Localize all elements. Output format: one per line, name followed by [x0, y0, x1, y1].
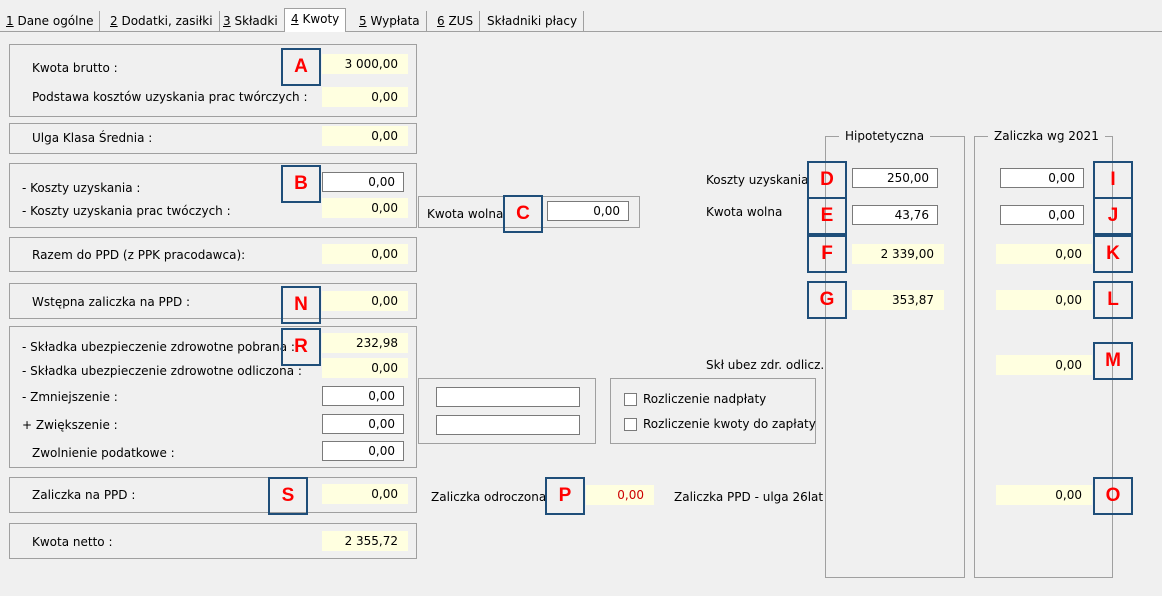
- koszty-input[interactable]: 0,00: [322, 172, 404, 192]
- zaliczka-odroczona-label: Zaliczka odroczona: [431, 490, 547, 504]
- tab-key: 4: [291, 12, 299, 26]
- tab-label: Składki: [230, 14, 278, 28]
- ulga-value: 0,00: [322, 126, 408, 146]
- tab-label: Dodatki, zasiłki: [117, 14, 213, 28]
- kwota-wolna-input[interactable]: 0,00: [547, 201, 629, 221]
- z21-skl-value: 0,00: [996, 355, 1092, 375]
- skladka-pobrana-value: 232,98: [322, 333, 408, 353]
- razem-label: Razem do PPD (z PPK pracodawca):: [32, 248, 246, 262]
- rozliczenie-kwoty-checkbox[interactable]: [624, 418, 637, 431]
- hip-koszty-input[interactable]: 250,00: [852, 168, 938, 188]
- marker-m: M: [1093, 342, 1133, 380]
- tab-label: Kwoty: [298, 12, 340, 26]
- tab-key: 3: [223, 14, 231, 28]
- marker-o: O: [1093, 477, 1133, 515]
- hip-kwota-wolna-input[interactable]: 43,76: [852, 205, 938, 225]
- zaliczka-value: 0,00: [322, 484, 408, 504]
- razem-value: 0,00: [322, 244, 408, 264]
- ulga-26-label: Zaliczka PPD - ulga 26lat: [674, 490, 824, 504]
- hip-zaliczka-value: 353,87: [852, 290, 944, 310]
- marker-n: N: [281, 286, 321, 324]
- rozliczenie-box: [610, 378, 816, 444]
- tab-key: 2: [110, 14, 118, 28]
- rozliczenie-nadplaty-checkbox[interactable]: [624, 393, 637, 406]
- rozliczenie-nadplaty-label: Rozliczenie nadpłaty: [643, 392, 767, 406]
- z21-ulga26-value: 0,00: [996, 485, 1092, 505]
- kwota-netto-value: 2 355,72: [322, 531, 408, 551]
- marker-s: S: [268, 477, 308, 515]
- marker-b: B: [281, 165, 321, 203]
- z21-razem-value: 0,00: [996, 244, 1092, 264]
- koszty-label: - Koszty uzyskania :: [22, 181, 141, 195]
- koszty-tworcze-value: 0,00: [322, 198, 408, 218]
- z21-kwota-wolna-input[interactable]: 0,00: [1000, 205, 1084, 225]
- tab-wyplata[interactable]: 5 Wypłata: [359, 11, 427, 31]
- marker-a: A: [281, 48, 321, 86]
- z21-zaliczka-value: 0,00: [996, 290, 1092, 310]
- zaliczka-label: Zaliczka na PPD :: [32, 488, 136, 502]
- tab-label: Wypłata: [366, 14, 420, 28]
- tab-bar: 1 Dane ogólne 2 Dodatki, zasiłki 3 Skład…: [0, 0, 1162, 32]
- zwiekszenie-input[interactable]: 0,00: [322, 414, 404, 434]
- marker-r: R: [281, 328, 321, 366]
- kwota-brutto-value: 3 000,00: [322, 54, 408, 74]
- koszty-tworcze-label: - Koszty uzyskania prac twóczych :: [22, 204, 231, 218]
- podstawa-label: Podstawa kosztów uzyskania prac twórczyc…: [32, 90, 308, 104]
- marker-e: E: [807, 197, 847, 235]
- wstepna-label: Wstępna zaliczka na PPD :: [32, 295, 191, 309]
- tab-key: 6: [437, 14, 445, 28]
- zmniejszenie-input[interactable]: 0,00: [322, 386, 404, 406]
- kwota-brutto-label: Kwota brutto :: [32, 61, 118, 75]
- marker-j: J: [1093, 197, 1133, 235]
- tab-skladniki-placy[interactable]: Składniki płacy: [487, 11, 585, 31]
- rozliczenie-kwoty-label: Rozliczenie kwoty do zapłaty: [643, 417, 816, 431]
- skladka-odliczona-label: - Składka ubezpieczenie zdrowotne odlicz…: [22, 364, 302, 378]
- zwolnienie-label: Zwolnienie podatkowe :: [32, 446, 175, 460]
- kwota-wolna-label: Kwota wolna: [427, 207, 504, 221]
- kwota-netto-label: Kwota netto :: [32, 535, 113, 549]
- marker-i: I: [1093, 161, 1133, 199]
- tab-label: Składniki płacy: [487, 14, 578, 28]
- zmniejszenie-label: - Zmniejszenie :: [22, 390, 118, 404]
- z21-koszty-input[interactable]: 0,00: [1000, 168, 1084, 188]
- hip-razem-value: 2 339,00: [852, 244, 944, 264]
- marker-f: F: [807, 235, 847, 273]
- marker-c: C: [503, 195, 543, 233]
- tab-dane-ogolne[interactable]: 1 Dane ogólne: [6, 11, 101, 31]
- marker-d: D: [807, 161, 847, 199]
- tab-bar-divider: [0, 31, 1162, 32]
- marker-g: G: [807, 281, 847, 319]
- tab-label: Dane ogólne: [13, 14, 94, 28]
- ulga-label: Ulga Klasa Średnia :: [32, 131, 153, 145]
- marker-p: P: [545, 477, 585, 515]
- zaliczka-odroczona-value: 0,00: [586, 485, 654, 505]
- tab-key: 5: [359, 14, 367, 28]
- right-koszty-label: Koszty uzyskania: [706, 173, 809, 187]
- skladka-odliczona-value: 0,00: [322, 358, 408, 378]
- wstepna-value: 0,00: [322, 291, 408, 311]
- zwiekszenie-label: + Zwiększenie :: [22, 418, 118, 432]
- tab-kwoty[interactable]: 4 Kwoty: [284, 8, 347, 32]
- marker-k: K: [1093, 235, 1133, 273]
- tab-label: ZUS: [444, 14, 474, 28]
- skladka-pobrana-label: - Składka ubezpieczenie zdrowotne pobran…: [22, 340, 295, 354]
- skl-ubez-label: Skł ubez zdr. odlicz.: [706, 358, 825, 372]
- tab-zus[interactable]: 6 ZUS: [437, 11, 481, 31]
- hipotetyczna-title: Hipotetyczna: [839, 129, 931, 143]
- right-kwota-wolna-label: Kwota wolna: [706, 205, 783, 219]
- zaliczka-2021-title: Zaliczka wg 2021: [988, 129, 1105, 143]
- tab-skladki[interactable]: 3 Składki: [223, 11, 285, 31]
- podstawa-value: 0,00: [322, 87, 408, 107]
- zwiekszenie-opis-input[interactable]: [436, 415, 580, 435]
- zwolnienie-input[interactable]: 0,00: [322, 441, 404, 461]
- tab-dodatki-zasilki[interactable]: 2 Dodatki, zasiłki: [110, 11, 220, 31]
- marker-l: L: [1093, 281, 1133, 319]
- zmniejszenie-opis-input[interactable]: [436, 387, 580, 407]
- tab-key: 1: [6, 14, 14, 28]
